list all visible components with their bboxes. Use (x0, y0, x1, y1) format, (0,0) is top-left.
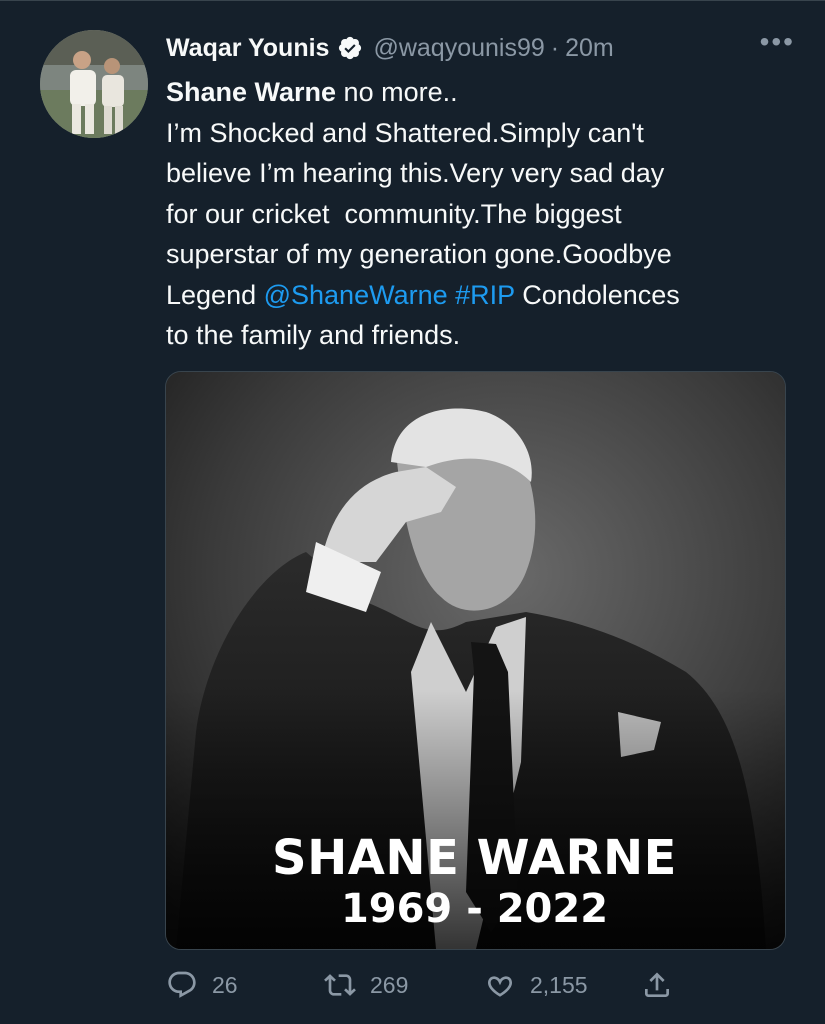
tweet-header: Waqar Younis @waqyounis99 · 20m ••• (166, 26, 795, 68)
reply-icon (168, 971, 196, 998)
text-line-5: superstar of my generation gone.Goodbye (166, 239, 672, 269)
text-line-7: to the family and friends. (166, 320, 461, 350)
tweet-text: Shane Warne no more.. I’m Shocked and Sh… (166, 72, 786, 356)
text-line-3: believe I’m hearing this.Very very sad d… (166, 158, 665, 188)
reply-button[interactable]: 26 (166, 960, 238, 1010)
media-years: 1969 - 2022 (340, 886, 609, 932)
text-segment: no more.. (336, 77, 458, 107)
text-segment: Legend (166, 279, 264, 310)
text-line-2: I’m Shocked and Shattered.Simply can't (166, 117, 644, 148)
retweet-button[interactable]: 269 (324, 960, 408, 1010)
retweet-icon (324, 974, 356, 996)
separator-dot: · (550, 33, 560, 62)
top-divider (0, 0, 825, 1)
text-line-4: for our cricket community.The biggest (166, 198, 622, 229)
media-title: SHANE WARNE (272, 830, 677, 886)
reply-count: 26 (212, 971, 238, 998)
like-icon (488, 976, 512, 997)
avatar[interactable] (40, 30, 148, 138)
hashtag-link[interactable]: #RIP (455, 280, 515, 310)
more-icon[interactable]: ••• (760, 26, 795, 58)
text-segment: Condolences (514, 279, 680, 310)
tweet-timestamp[interactable]: 20m (565, 34, 614, 63)
share-button[interactable] (641, 960, 687, 1010)
retweet-count: 269 (370, 971, 409, 998)
mention-link[interactable]: @ShaneWarne (264, 280, 448, 310)
author-name[interactable]: Waqar Younis (166, 34, 329, 63)
tweet-actions: 26 269 2,155 (166, 960, 825, 1010)
like-button[interactable]: 2,155 (484, 960, 588, 1010)
text-segment (448, 280, 456, 310)
share-icon (645, 972, 669, 997)
text-bold: Shane Warne (166, 77, 337, 107)
verified-icon (337, 35, 363, 61)
text-line-1: Shane Warne no more.. (166, 72, 786, 113)
author-handle[interactable]: @waqyounis99 (373, 34, 544, 63)
text-line-6: Legend @ShaneWarne #RIP Condolences (166, 275, 786, 316)
like-count: 2,155 (530, 971, 588, 998)
